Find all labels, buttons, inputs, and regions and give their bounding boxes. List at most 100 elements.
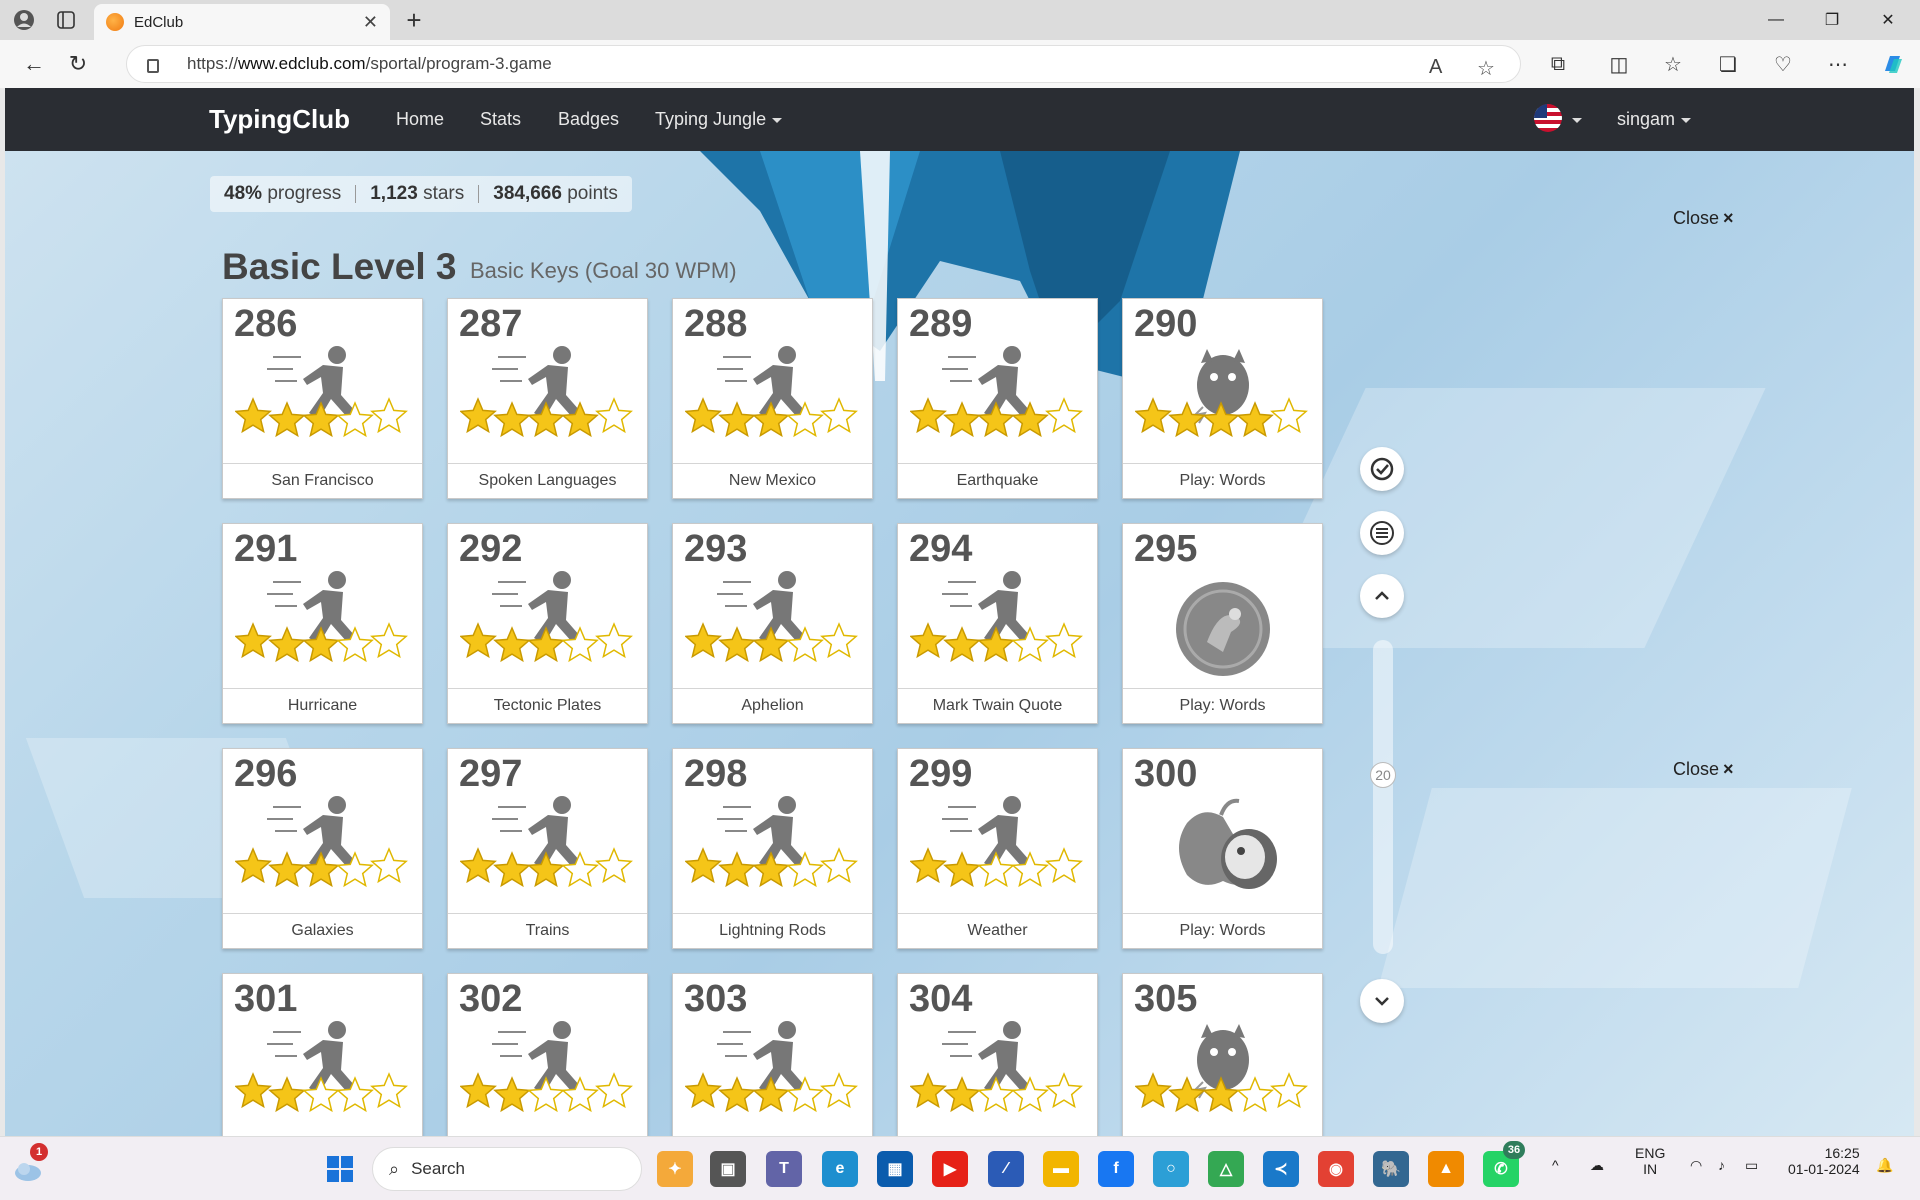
user-menu[interactable]: singam: [1617, 109, 1692, 130]
favorites-icon[interactable]: ☆: [1656, 49, 1690, 79]
lesson-card[interactable]: 296 Galaxies: [222, 748, 423, 949]
lesson-card[interactable]: 286 San Francisco: [222, 298, 423, 499]
wifi-icon[interactable]: ◠: [1690, 1157, 1702, 1174]
edge-icon[interactable]: e: [822, 1151, 858, 1187]
scroll-down-icon[interactable]: [1360, 979, 1404, 1023]
lesson-number: 288: [684, 303, 748, 345]
postgresql-icon[interactable]: 🐘: [1373, 1151, 1409, 1187]
nav-badges[interactable]: Badges: [558, 109, 619, 130]
close-window-icon[interactable]: ✕: [1860, 0, 1916, 40]
brand-logo[interactable]: TypingClub: [209, 104, 350, 135]
profile-icon[interactable]: [6, 4, 42, 36]
read-aloud-icon[interactable]: A: [1429, 56, 1442, 79]
nav-typing-jungle[interactable]: Typing Jungle: [655, 109, 783, 130]
lesson-card[interactable]: 302: [447, 973, 648, 1136]
url-bar[interactable]: https://www.edclub.com/sportal/program-3…: [126, 45, 1521, 83]
chrome-icon[interactable]: ◉: [1318, 1151, 1354, 1187]
lesson-card[interactable]: 298 Lightning Rods: [672, 748, 873, 949]
cortana-icon[interactable]: ○: [1153, 1151, 1189, 1187]
level-scroll-track[interactable]: [1373, 640, 1393, 954]
split-screen-icon[interactable]: ◫: [1602, 49, 1636, 79]
extensions-icon[interactable]: ⧉: [1541, 49, 1575, 79]
star-filled-icon: [268, 626, 306, 663]
lesson-card[interactable]: 304: [897, 973, 1098, 1136]
facebook-icon[interactable]: f: [1098, 1151, 1134, 1187]
star-filled-icon: [527, 851, 565, 888]
more-menu-icon[interactable]: ⋯: [1821, 49, 1855, 79]
star-filled-icon: [493, 401, 531, 438]
youtube-icon[interactable]: ▶: [932, 1151, 968, 1187]
onedrive-icon[interactable]: ☁: [1590, 1157, 1604, 1174]
star-filled-icon: [684, 397, 722, 434]
collections-icon[interactable]: ❏: [1711, 49, 1745, 79]
lesson-card[interactable]: 288 New Mexico: [672, 298, 873, 499]
close-button-middle[interactable]: Close ×: [1673, 759, 1734, 780]
menu-lines-icon[interactable]: [1360, 511, 1404, 555]
lesson-card[interactable]: 305: [1122, 973, 1323, 1136]
star-filled-icon: [1168, 1076, 1206, 1113]
star-rating: [684, 397, 861, 439]
lesson-card[interactable]: 300 Play: Words: [1122, 748, 1323, 949]
google-drive-icon[interactable]: △: [1208, 1151, 1244, 1187]
lesson-card[interactable]: 287 Spoken Languages: [447, 298, 648, 499]
minimize-icon[interactable]: —: [1748, 0, 1804, 40]
nav-stats[interactable]: Stats: [480, 109, 521, 130]
star-filled-icon: [493, 1076, 531, 1113]
lesson-card[interactable]: 301: [222, 973, 423, 1136]
lesson-card[interactable]: 289 Earthquake: [897, 298, 1098, 499]
language-indicator[interactable]: ENG IN: [1635, 1145, 1665, 1177]
star-rating: [909, 397, 1086, 439]
task-view-icon[interactable]: ▣: [710, 1151, 746, 1187]
scroll-up-icon[interactable]: [1360, 574, 1404, 618]
lesson-card[interactable]: 291 Hurricane: [222, 523, 423, 724]
lesson-card[interactable]: 290 Play: Words: [1122, 298, 1323, 499]
file-explorer-icon[interactable]: ▬: [1043, 1151, 1079, 1187]
close-button-top[interactable]: Close ×: [1673, 208, 1734, 229]
scroll-page-indicator[interactable]: 20: [1370, 762, 1396, 788]
copilot-icon[interactable]: [1876, 49, 1910, 79]
tab-actions-icon[interactable]: [48, 4, 84, 36]
star-rating: [459, 397, 636, 439]
nav-home[interactable]: Home: [396, 109, 444, 130]
battery-icon[interactable]: ▭: [1745, 1157, 1758, 1174]
lesson-card[interactable]: 292 Tectonic Plates: [447, 523, 648, 724]
notification-icon[interactable]: 🔔: [1876, 1157, 1893, 1174]
star-filled-icon: [909, 622, 947, 659]
clock[interactable]: 16:25 01-01-2024: [1788, 1145, 1860, 1177]
star-filled-icon: [234, 847, 272, 884]
lesson-label: Tectonic Plates: [448, 688, 647, 723]
star-filled-icon: [459, 1072, 497, 1109]
copilot-pre-icon[interactable]: ✦: [657, 1151, 693, 1187]
star-filled-icon: [718, 626, 756, 663]
star-filled-icon: [909, 1072, 947, 1109]
lesson-card[interactable]: 299 Weather: [897, 748, 1098, 949]
health-icon[interactable]: ♡: [1766, 49, 1800, 79]
back-icon[interactable]: ←: [12, 44, 56, 84]
browser-tab[interactable]: EdClub ✕: [94, 4, 390, 40]
lesson-card[interactable]: 303: [672, 973, 873, 1136]
lesson-label: Galaxies: [223, 913, 422, 948]
windows-start-icon[interactable]: [322, 1151, 358, 1187]
chevron-up-icon[interactable]: ^: [1552, 1157, 1559, 1173]
us-flag-icon[interactable]: [1534, 104, 1562, 132]
lesson-card[interactable]: 295 Play: Words: [1122, 523, 1323, 724]
math-app-icon[interactable]: ∕: [988, 1151, 1024, 1187]
teams-icon[interactable]: T: [766, 1151, 802, 1187]
lesson-card[interactable]: 293 Aphelion: [672, 523, 873, 724]
close-tab-icon[interactable]: ✕: [363, 12, 378, 33]
refresh-icon[interactable]: ↻: [56, 44, 100, 84]
taskbar-search[interactable]: ⌕ Search: [372, 1147, 642, 1191]
vlc-icon[interactable]: ▲: [1428, 1151, 1464, 1187]
lesson-card[interactable]: 297 Trains: [447, 748, 648, 949]
restore-icon[interactable]: ❐: [1804, 0, 1860, 40]
lesson-card[interactable]: 294 Mark Twain Quote: [897, 523, 1098, 724]
check-circle-icon[interactable]: [1360, 447, 1404, 491]
lesson-label: Play: Words: [1123, 688, 1322, 723]
volume-icon[interactable]: ♪: [1718, 1157, 1725, 1173]
language-dropdown-caret[interactable]: [1566, 109, 1582, 130]
favorite-star-icon[interactable]: ☆: [1477, 56, 1495, 81]
new-tab-button[interactable]: +: [396, 4, 432, 36]
vscode-icon[interactable]: ≺: [1263, 1151, 1299, 1187]
store-icon[interactable]: ▦: [877, 1151, 913, 1187]
star-empty-icon: [370, 847, 408, 884]
